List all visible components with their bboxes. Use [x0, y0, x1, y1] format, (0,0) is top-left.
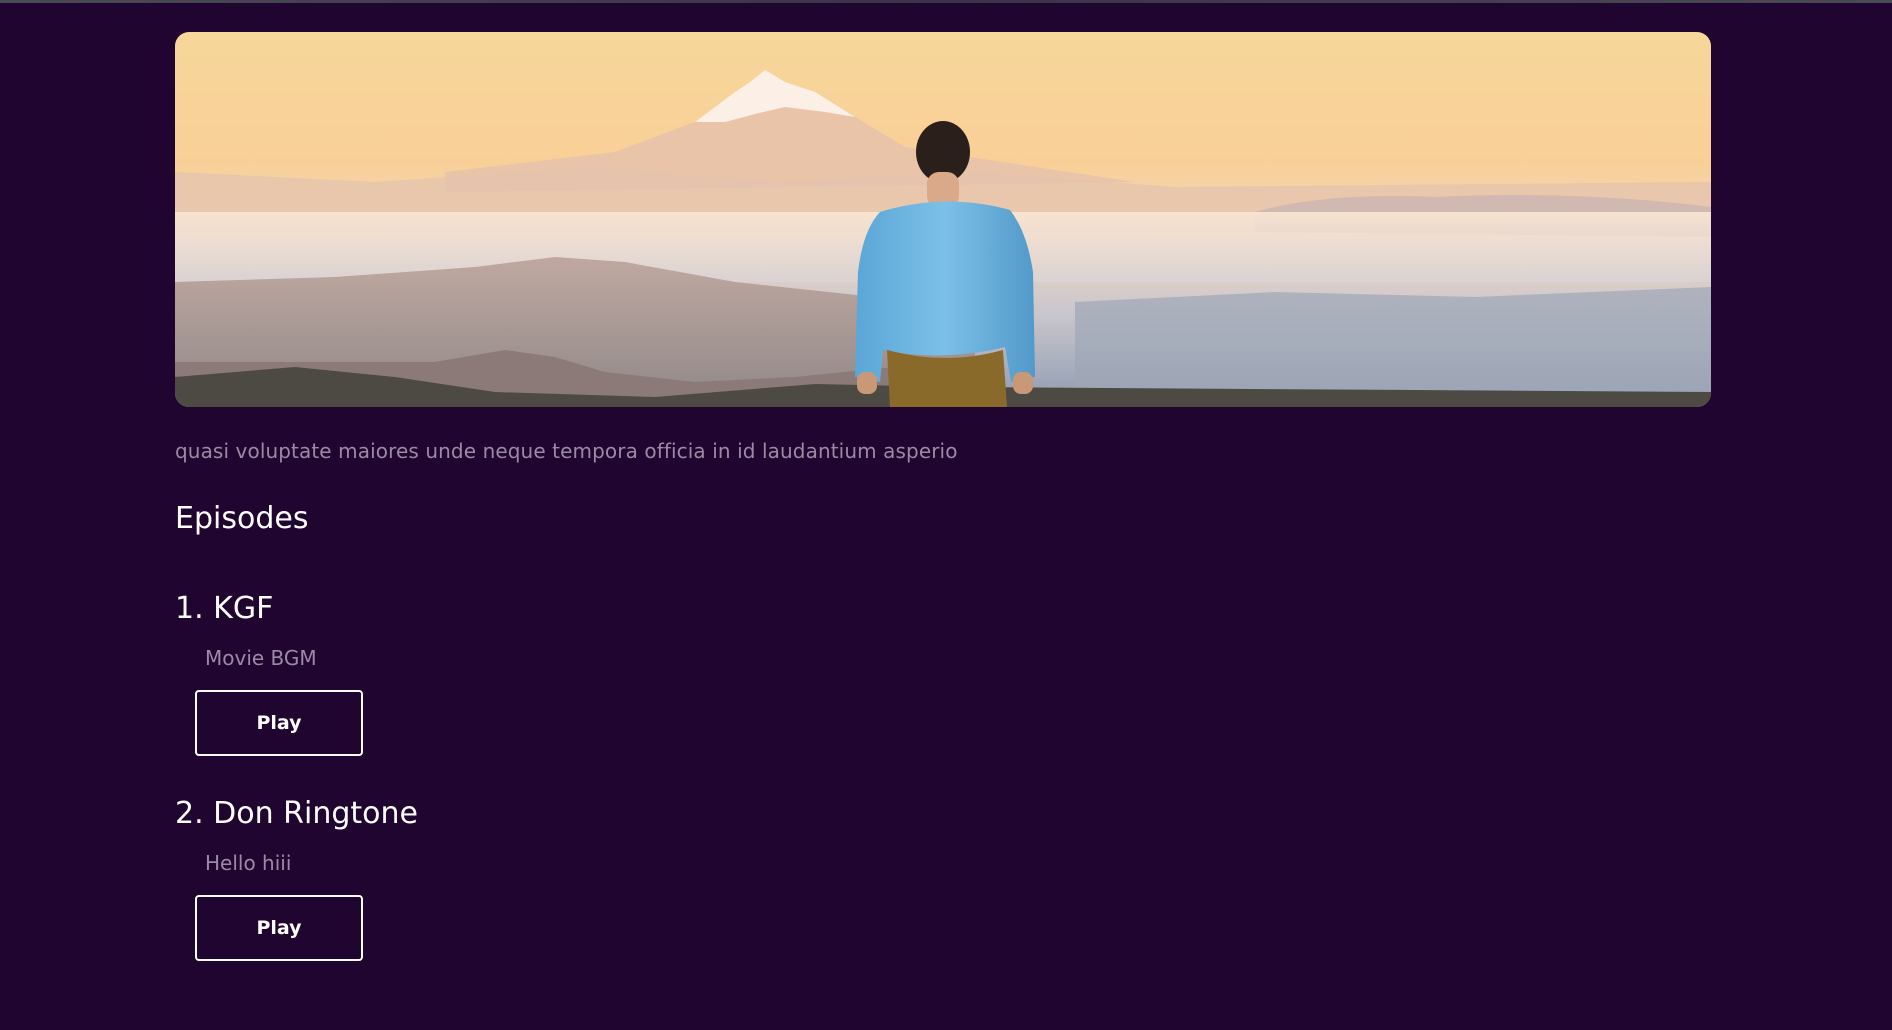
cover-image: [175, 32, 1711, 407]
episode-title: 2. Don Ringtone: [175, 796, 418, 831]
podcast-description: quasi voluptate maiores unde neque tempo…: [175, 439, 958, 463]
episode-item: 1. KGF Movie BGM Play: [175, 591, 1711, 756]
episode-subtitle: Movie BGM: [205, 646, 317, 670]
top-border: [0, 0, 1892, 3]
play-button[interactable]: Play: [195, 690, 363, 756]
episode-title: 1. KGF: [175, 591, 274, 626]
episode-item: 2. Don Ringtone Hello hiii Play: [175, 796, 1711, 961]
episodes-heading: Episodes: [175, 501, 309, 536]
episode-subtitle: Hello hiii: [205, 851, 292, 875]
play-button[interactable]: Play: [195, 895, 363, 961]
podcast-page: quasi voluptate maiores unde neque tempo…: [175, 32, 1711, 961]
cover-illustration: [175, 32, 1711, 407]
